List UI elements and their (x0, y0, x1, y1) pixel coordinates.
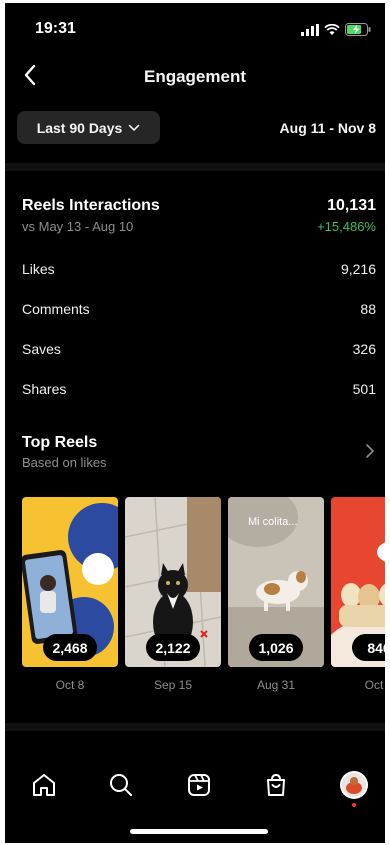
notification-dot (352, 803, 356, 807)
top-reels-carousel[interactable]: 2,468 2,122 Mi colita... 1,026 84 Oct 8 … (22, 497, 385, 697)
bottom-tab-bar (5, 758, 385, 818)
summary-total: 10,131 (327, 197, 376, 214)
status-icons (301, 23, 371, 36)
signal-icon (301, 23, 319, 36)
chevron-right-icon (366, 444, 375, 458)
reel-like-count: 2,122 (146, 634, 200, 661)
shop-icon (267, 773, 285, 796)
tab-home[interactable] (29, 770, 59, 800)
metric-value: 326 (352, 341, 376, 357)
search-icon (110, 774, 132, 796)
metric-row-shares: Shares 501 (5, 381, 385, 403)
reel-like-count: 846 (352, 634, 385, 661)
top-reels-title: Top Reels (22, 434, 98, 451)
reel-date: Oct 8 (55, 678, 85, 692)
status-time: 19:31 (35, 20, 76, 37)
tab-shop[interactable] (261, 770, 291, 800)
reel-thumbnail[interactable]: Mi colita... 1,026 (228, 497, 324, 667)
header: Engagement (5, 51, 385, 103)
summary-change: +15,486% (317, 219, 376, 234)
tab-search[interactable] (106, 770, 136, 800)
status-bar: 19:31 (5, 3, 385, 51)
date-range-dropdown-label: Last 90 Days (36, 119, 123, 136)
reel-date: Aug 31 (256, 678, 296, 692)
reel-thumbnail[interactable]: 846 (331, 497, 385, 667)
profile-avatar (340, 771, 368, 799)
metric-label: Comments (22, 301, 90, 317)
metric-row-likes: Likes 9,216 (5, 261, 385, 283)
metric-row-comments: Comments 88 (5, 301, 385, 323)
summary-comparison: vs May 13 - Aug 10 (22, 219, 134, 234)
reel-date: Sep 15 (153, 678, 193, 692)
tab-profile[interactable] (339, 770, 369, 807)
metric-label: Saves (22, 341, 61, 357)
top-reels-header[interactable]: Top Reels Based on likes (5, 431, 385, 475)
battery-charging-icon (345, 23, 371, 36)
tab-reels[interactable] (184, 770, 214, 800)
metric-row-saves: Saves 326 (5, 341, 385, 363)
reels-icon (188, 774, 210, 796)
date-range-text: Aug 11 - Nov 8 (279, 120, 376, 136)
home-icon (33, 774, 55, 796)
phone-screen: 19:31 Engagement Last 90 Days Aug 11 - N… (5, 3, 385, 843)
date-range-dropdown[interactable]: Last 90 Days (17, 111, 160, 144)
reel-like-count: 1,026 (249, 634, 303, 661)
filter-row: Last 90 Days Aug 11 - Nov 8 (5, 106, 385, 156)
reel-like-count: 2,468 (43, 634, 97, 661)
chevron-down-icon (129, 124, 140, 131)
page-title: Engagement (143, 67, 247, 86)
metric-value: 9,216 (340, 261, 376, 277)
top-reels-subtitle: Based on likes (22, 455, 107, 470)
home-indicator[interactable] (130, 829, 268, 834)
wifi-icon (324, 23, 340, 35)
metric-label: Likes (22, 261, 55, 277)
reel-thumbnail[interactable]: 2,122 (125, 497, 221, 667)
reel-overlay-text: Mi colita... (248, 516, 298, 528)
metric-label: Shares (22, 381, 67, 397)
metric-value: 501 (352, 381, 376, 397)
section-divider (5, 723, 385, 731)
section-divider (5, 163, 385, 171)
reel-date: Oct 4 (364, 678, 385, 692)
metric-value: 88 (360, 301, 376, 317)
reel-thumbnail[interactable]: 2,468 (22, 497, 118, 667)
summary-title: Reels Interactions (22, 197, 160, 214)
